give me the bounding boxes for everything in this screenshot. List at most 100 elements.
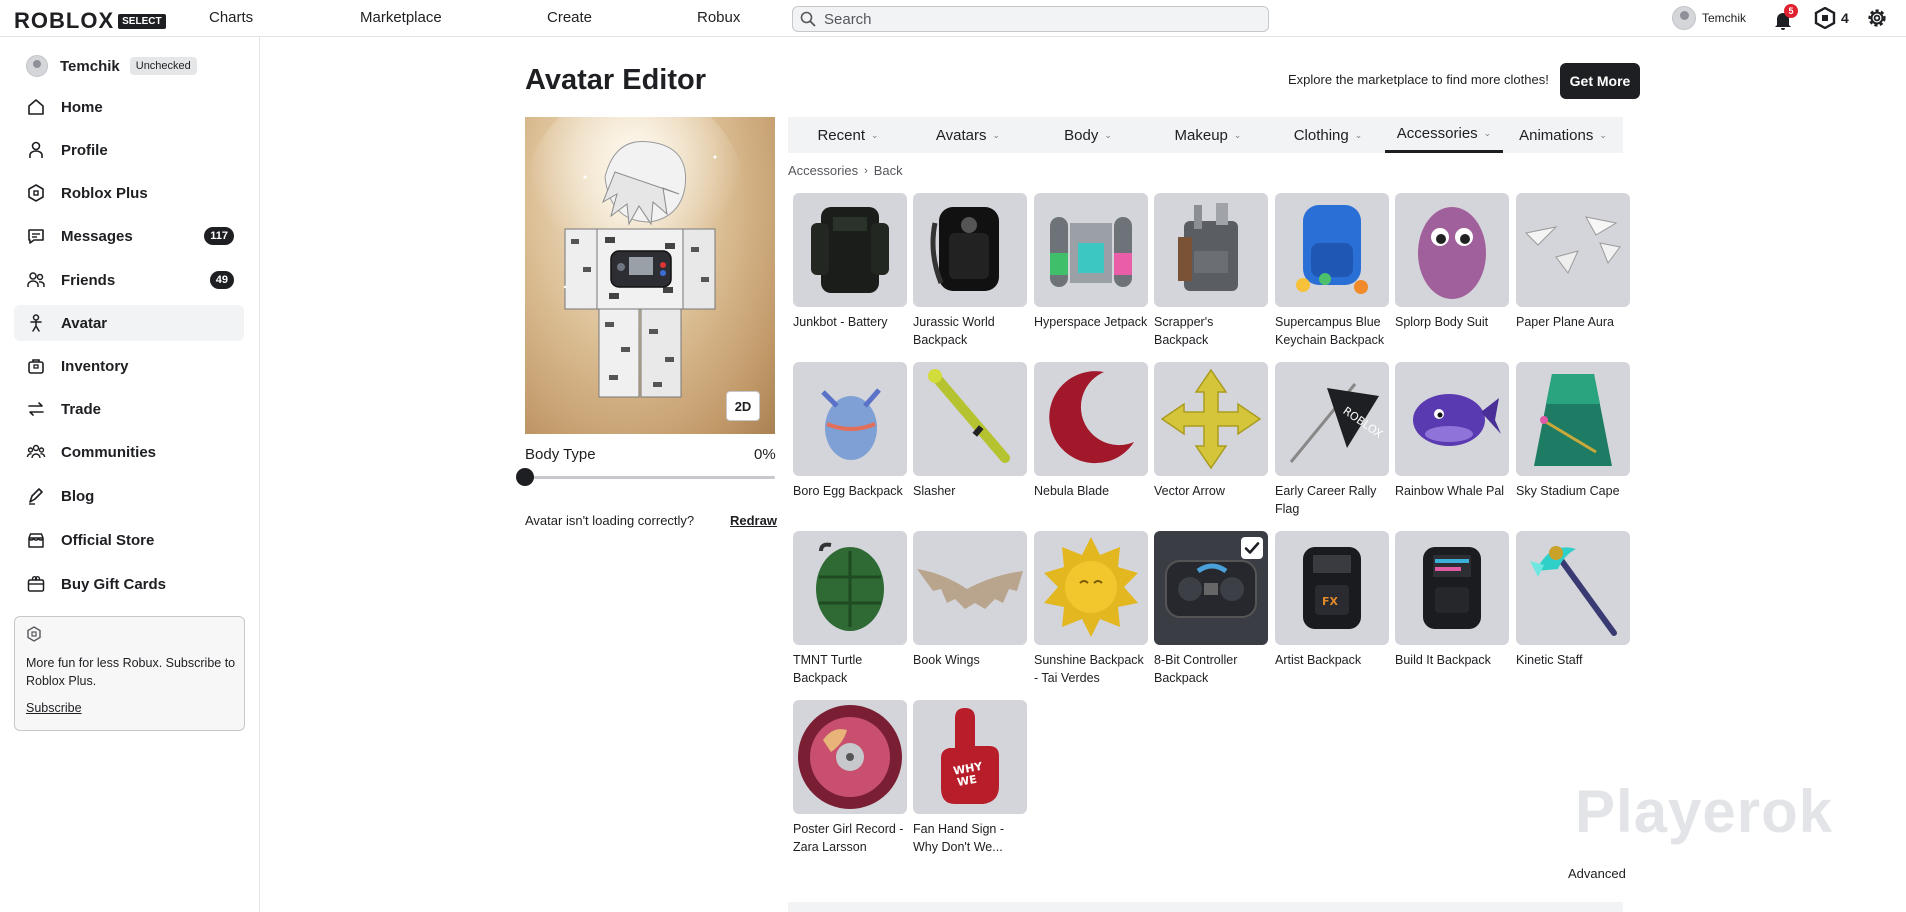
tab-clothing[interactable]: Clothing ⌄ xyxy=(1268,117,1388,153)
avatar-figure-icon xyxy=(525,117,745,398)
item-thumbnail xyxy=(1034,193,1148,307)
whale-icon xyxy=(1413,394,1501,446)
item-name: Paper Plane Aura xyxy=(1516,315,1614,329)
roblox-logo[interactable]: ROBLOX SELECT xyxy=(14,10,166,32)
item-slasher[interactable]: Slasher xyxy=(913,362,1027,501)
robux-balance[interactable]: 4 xyxy=(1814,7,1849,29)
item-artist-backpack[interactable]: FX Artist Backpack xyxy=(1275,531,1389,670)
tab-makeup[interactable]: Makeup ⌄ xyxy=(1148,117,1268,153)
toggle-2d-button[interactable]: 2D xyxy=(726,391,760,421)
gift-card-icon xyxy=(26,574,46,594)
backpack-icon xyxy=(1423,547,1481,629)
top-user-menu[interactable]: Temchik xyxy=(1672,6,1746,30)
breadcrumb-accessories[interactable]: Accessories xyxy=(788,163,858,178)
item-paper-plane-aura[interactable]: Paper Plane Aura xyxy=(1516,193,1630,332)
record-icon xyxy=(798,705,902,809)
tab-body[interactable]: Body ⌄ xyxy=(1028,117,1148,153)
sidebar-item-inventory[interactable]: Inventory xyxy=(14,348,244,384)
robux-icon xyxy=(1814,7,1836,29)
search-bar[interactable] xyxy=(792,6,1269,32)
advanced-link[interactable]: Advanced xyxy=(1568,866,1626,881)
item-hyperspace-jetpack[interactable]: Hyperspace Jetpack xyxy=(1034,193,1148,332)
sidebar-item-label: Trade xyxy=(61,400,102,418)
breadcrumb: Accessories › Back xyxy=(788,163,903,178)
logo-wordmark: ROBLOX xyxy=(14,8,115,33)
body-type-slider-track[interactable] xyxy=(525,476,775,479)
backpack-icon xyxy=(1178,203,1238,291)
tab-avatars[interactable]: Avatars ⌄ xyxy=(908,117,1028,153)
item-thumbnail xyxy=(1275,193,1389,307)
item-poster-girl-record-zara-larsson[interactable]: Poster Girl Record - Zara Larsson xyxy=(793,700,907,856)
subscribe-link[interactable]: Subscribe xyxy=(26,701,82,715)
item-tmnt-turtle-backpack[interactable]: TMNT Turtle Backpack xyxy=(793,531,907,687)
nav-marketplace[interactable]: Marketplace xyxy=(360,9,442,27)
foam-finger-icon: WHYWE xyxy=(941,708,999,804)
tab-animations[interactable]: Animations ⌄ xyxy=(1503,117,1623,153)
sidebar: Temchik Unchecked Home Profile Roblox Pl… xyxy=(0,37,260,912)
sidebar-item-trade[interactable]: Trade xyxy=(14,391,244,427)
avatar-icon xyxy=(26,313,46,333)
check-icon xyxy=(1244,542,1260,554)
item-thumbnail xyxy=(1154,193,1268,307)
item-sunshine-backpack-tai-verdes[interactable]: Sunshine Backpack - Tai Verdes xyxy=(1034,531,1148,687)
item-book-wings[interactable]: Book Wings xyxy=(913,531,1027,670)
sidebar-item-profile[interactable]: Profile xyxy=(14,132,244,168)
sidebar-item-friends[interactable]: Friends 49 xyxy=(14,262,244,298)
watermark: Playerok xyxy=(1575,778,1834,845)
item-8-bit-controller-backpack[interactable]: 8-Bit Controller Backpack xyxy=(1154,531,1268,687)
sidebar-item-buy-gift-cards[interactable]: Buy Gift Cards xyxy=(14,566,244,602)
sidebar-item-communities[interactable]: Communities xyxy=(14,434,244,470)
tab-recent[interactable]: Recent ⌄ xyxy=(788,117,908,153)
item-boro-egg-backpack[interactable]: Boro Egg Backpack xyxy=(793,362,907,501)
get-more-button[interactable]: Get More xyxy=(1560,63,1640,99)
item-sky-stadium-cape[interactable]: Sky Stadium Cape xyxy=(1516,362,1630,501)
item-thumbnail xyxy=(1154,362,1268,476)
sidebar-user[interactable]: Temchik Unchecked xyxy=(26,55,197,77)
nav-robux[interactable]: Robux xyxy=(697,9,740,27)
item-scrappers-backpack[interactable]: Scrapper's Backpack xyxy=(1154,193,1268,349)
item-name: Artist Backpack xyxy=(1275,653,1362,667)
item-fan-hand-sign-why-dont-we[interactable]: WHY WE Fan Hand Sign - Why Don't We... xyxy=(913,700,1027,856)
redraw-link[interactable]: Redraw xyxy=(730,513,777,528)
sidebar-item-messages[interactable]: Messages 117 xyxy=(14,218,244,254)
item-nebula-blade[interactable]: Nebula Blade xyxy=(1034,362,1148,501)
tab-label: Makeup xyxy=(1174,126,1228,144)
sidebar-item-roblox-plus[interactable]: Roblox Plus xyxy=(14,175,244,211)
item-name: TMNT Turtle Backpack xyxy=(793,653,863,685)
item-supercampus-blue-keychain-backpack[interactable]: Supercampus Blue Keychain Backpack xyxy=(1275,193,1389,349)
search-input[interactable] xyxy=(824,10,1244,28)
sidebar-item-official-store[interactable]: Official Store xyxy=(14,522,244,558)
sidebar-item-avatar[interactable]: Avatar xyxy=(14,305,244,341)
item-vector-arrow[interactable]: Vector Arrow xyxy=(1154,362,1268,501)
nav-charts[interactable]: Charts xyxy=(209,9,253,27)
tab-accessories[interactable]: Accessories ⌄ xyxy=(1385,117,1503,153)
item-name: Supercampus Blue Keychain Backpack xyxy=(1275,315,1385,347)
item-thumbnail: WHY WE xyxy=(913,700,1027,814)
avatar-preview[interactable] xyxy=(525,117,775,434)
messages-icon xyxy=(26,226,46,246)
item-kinetic-staff[interactable]: Kinetic Staff xyxy=(1516,531,1630,670)
flag-icon: ROBLOX xyxy=(1289,383,1385,463)
settings-button[interactable] xyxy=(1865,6,1889,35)
chevron-down-icon: ⌄ xyxy=(870,129,879,140)
item-splorp-body-suit[interactable]: Splorp Body Suit xyxy=(1395,193,1509,332)
item-rainbow-whale-pal[interactable]: Rainbow Whale Pal xyxy=(1395,362,1509,501)
sidebar-item-blog[interactable]: Blog xyxy=(14,478,244,514)
nav-create[interactable]: Create xyxy=(547,9,592,27)
item-build-it-backpack[interactable]: Build It Backpack xyxy=(1395,531,1509,670)
item-junkbot-battery[interactable]: Junkbot - Battery xyxy=(793,193,907,332)
staff-icon xyxy=(1530,546,1617,636)
item-thumbnail xyxy=(793,531,907,645)
sidebar-item-home[interactable]: Home xyxy=(14,89,244,125)
logo-select-badge: SELECT xyxy=(118,13,166,29)
item-early-career-rally-flag[interactable]: ROBLOX Early Career Rally Flag xyxy=(1275,362,1389,518)
friends-icon xyxy=(26,270,46,290)
tab-label: Animations xyxy=(1519,126,1594,144)
turtle-shell-icon xyxy=(816,542,884,631)
body-type-slider-thumb[interactable] xyxy=(516,468,534,486)
body-type-label: Body Type xyxy=(525,446,596,463)
notifications-button[interactable]: 5 xyxy=(1771,4,1798,32)
robux-count: 4 xyxy=(1841,10,1849,26)
item-jurassic-world-backpack[interactable]: Jurassic World Backpack xyxy=(913,193,1027,349)
sidebar-item-label: Profile xyxy=(61,141,108,159)
